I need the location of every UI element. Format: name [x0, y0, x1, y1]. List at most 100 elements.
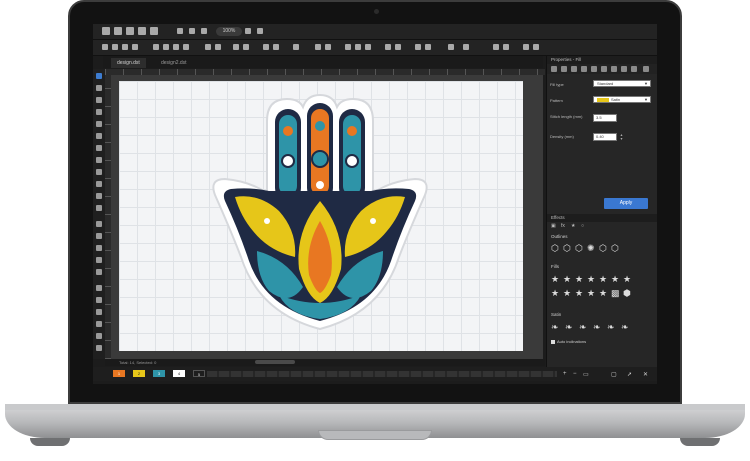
fill-star-3-icon[interactable]: ★ — [575, 274, 583, 284]
hoop-icon[interactable] — [503, 44, 509, 50]
pen-tool-icon[interactable] — [96, 97, 102, 103]
scissors-tool-icon[interactable] — [96, 321, 102, 327]
palette-chip[interactable]: 2 — [133, 370, 145, 377]
lasso-tool-icon[interactable] — [96, 121, 102, 127]
star-tool-icon[interactable] — [96, 205, 102, 211]
share-icon[interactable]: ➚ — [627, 371, 632, 378]
node-icon[interactable] — [112, 44, 118, 50]
auto-inclinations-checkbox[interactable]: Auto inclinations — [551, 339, 586, 344]
outline-tool-icon[interactable] — [96, 193, 102, 199]
transform-tool-icon[interactable] — [96, 309, 102, 315]
fill-tab-icon[interactable] — [561, 66, 567, 72]
effects-fx-icon[interactable]: fx — [561, 223, 565, 229]
color-tab-icon[interactable] — [631, 66, 637, 72]
fill-star-12-icon[interactable]: ★ — [599, 288, 607, 298]
fill-tool-icon[interactable] — [96, 181, 102, 187]
fit-view-icon[interactable]: ▭ — [583, 371, 589, 378]
grid-icon[interactable] — [385, 44, 391, 50]
group-icon[interactable] — [205, 44, 211, 50]
stitch-tab-icon[interactable] — [571, 66, 577, 72]
apply-button[interactable]: Apply — [604, 198, 648, 209]
satin-tool-icon[interactable] — [96, 257, 102, 263]
zoom-in-icon[interactable]: + — [563, 371, 567, 377]
rectangle-tool-icon[interactable] — [96, 145, 102, 151]
print-icon[interactable] — [138, 27, 146, 35]
tab-design[interactable]: design.dst — [111, 58, 146, 68]
image-tool-icon[interactable] — [96, 169, 102, 175]
bring-front-icon[interactable] — [315, 44, 321, 50]
node-tool-icon[interactable] — [96, 85, 102, 91]
preview-icon[interactable] — [463, 44, 469, 50]
outline-hexagon-double-icon[interactable]: ⬡ — [563, 243, 571, 253]
gear-tab-icon[interactable] — [601, 66, 607, 72]
applique-tool-icon[interactable] — [96, 269, 102, 275]
satin-leaf-1-icon[interactable]: ❧ — [551, 322, 559, 332]
chat-icon[interactable]: ▢ — [611, 371, 617, 378]
palette-slots[interactable] — [207, 371, 557, 377]
save-icon[interactable] — [126, 27, 134, 35]
fill-pattern-icon[interactable]: ▩ — [611, 288, 620, 298]
hoop-tab-icon[interactable] — [621, 66, 627, 72]
stitch-length-input[interactable]: 3.5 — [593, 114, 617, 122]
align-left-icon[interactable] — [153, 44, 159, 50]
guides-icon[interactable] — [415, 44, 421, 50]
size-icon[interactable] — [365, 44, 371, 50]
effects-star-icon[interactable]: ★ — [571, 223, 575, 229]
weld-icon[interactable] — [263, 44, 269, 50]
fill-star-7-icon[interactable]: ★ — [623, 274, 631, 284]
outline-tab-icon[interactable] — [581, 66, 587, 72]
palette-chip[interactable]: 3 — [153, 370, 165, 377]
palette-chip[interactable]: 5 — [193, 370, 205, 377]
settings-icon[interactable] — [448, 44, 454, 50]
fill-star-9-icon[interactable]: ★ — [563, 288, 571, 298]
satin-leaf-4-icon[interactable]: ❧ — [593, 322, 601, 332]
brush-tool-icon[interactable] — [96, 109, 102, 115]
measure-tool-icon[interactable] — [96, 297, 102, 303]
export-icon[interactable] — [150, 27, 158, 35]
stitch-icon[interactable] — [132, 44, 138, 50]
satin-leaf-3-icon[interactable]: ❧ — [579, 322, 587, 332]
panels-icon[interactable] — [533, 44, 539, 50]
fill-star-2-icon[interactable]: ★ — [563, 274, 571, 284]
palette-chip[interactable]: 4 — [173, 370, 185, 377]
layer-icon[interactable] — [122, 44, 128, 50]
align-center-icon[interactable] — [163, 44, 169, 50]
mirror-icon[interactable] — [233, 44, 239, 50]
new-file-icon[interactable] — [102, 27, 110, 35]
zoom-level[interactable]: 100% — [216, 27, 242, 36]
effects-circle-icon[interactable]: ○ — [581, 223, 584, 229]
rotate-icon[interactable] — [243, 44, 249, 50]
distribute-icon[interactable] — [183, 44, 189, 50]
more-tools-icon[interactable] — [96, 345, 102, 351]
shape-icon[interactable] — [102, 44, 108, 50]
undo-icon[interactable] — [177, 28, 183, 34]
fill-hexagon-icon[interactable]: ⬢ — [623, 288, 631, 298]
satin-leaf-2-icon[interactable]: ❧ — [565, 322, 573, 332]
satin-leaf-5-icon[interactable]: ❧ — [607, 322, 615, 332]
satin-leaf-6-icon[interactable]: ❧ — [621, 322, 629, 332]
monogram-tool-icon[interactable] — [96, 233, 102, 239]
fill-type-select[interactable]: Standard ▼ — [593, 80, 651, 87]
spacing-icon[interactable] — [355, 44, 361, 50]
star-tab-icon[interactable] — [591, 66, 597, 72]
close-icon[interactable]: ✕ — [643, 371, 648, 378]
outline-hexagon-icon[interactable]: ⬡ — [551, 243, 559, 253]
snap-icon[interactable] — [395, 44, 401, 50]
trim-icon[interactable] — [273, 44, 279, 50]
redo-icon[interactable] — [189, 28, 195, 34]
fill-star-1-icon[interactable]: ★ — [551, 274, 559, 284]
layers-tab-icon[interactable] — [611, 66, 617, 72]
horizontal-scrollbar[interactable] — [255, 360, 295, 364]
pattern-select[interactable]: Satin ▼ — [593, 96, 651, 103]
zoom-out-icon[interactable] — [201, 28, 207, 34]
outline-hexagon-scalloped-icon[interactable]: ✺ — [587, 243, 595, 253]
zoom-out-icon[interactable]: − — [573, 371, 577, 377]
arrange-icon[interactable] — [293, 44, 299, 50]
canvas-area[interactable] — [111, 75, 543, 359]
select-tool-icon[interactable] — [96, 73, 102, 79]
window-icon[interactable] — [523, 44, 529, 50]
select-tab-icon[interactable] — [551, 66, 557, 72]
fit-icon[interactable] — [257, 28, 263, 34]
outline-hexagon-fancy-icon[interactable]: ⬡ — [575, 243, 583, 253]
align-right-icon[interactable] — [173, 44, 179, 50]
